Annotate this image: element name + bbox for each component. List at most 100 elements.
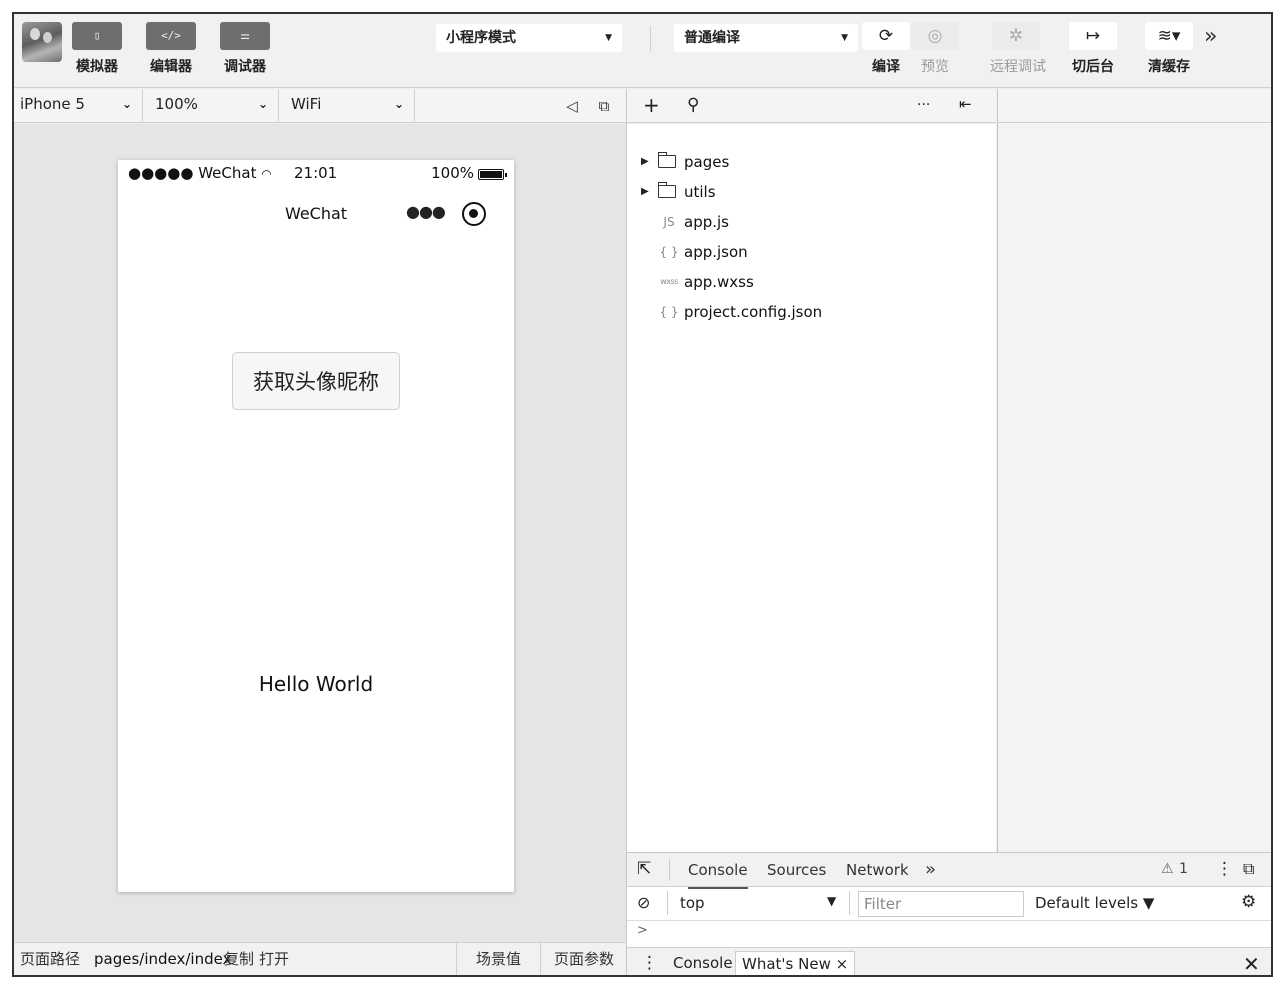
context-caret-icon[interactable]: ▼ [827,894,836,908]
zoom-select[interactable]: 100% ⌄ [143,89,279,122]
tree-file-project-config[interactable]: { } project.config.json [627,299,996,325]
network-select-value: WiFi [291,95,322,113]
mode-select[interactable]: 小程序模式 ▼ [436,24,622,52]
tree-folder-pages[interactable]: ▶ pages [627,149,996,175]
gear-icon[interactable]: ⚙ [1241,892,1256,912]
chevron-down-icon: ⌄ [393,97,404,111]
eye-icon: ◎ [911,22,959,50]
console-prompt[interactable]: > [637,923,648,938]
close-target-icon[interactable] [462,202,486,226]
wxss-file-icon: wxss [660,277,678,286]
get-avatar-nickname-button[interactable]: 获取头像昵称 [232,352,400,410]
device-select[interactable]: iPhone 5 ⌄ [14,89,143,122]
search-icon[interactable]: ⚲ [687,95,699,115]
tab-sources[interactable]: Sources [767,853,826,887]
editor-label: 编辑器 [150,59,192,75]
debugger-toggle-button[interactable]: ⚌ 调试器 [218,22,272,76]
editor-toggle-button[interactable]: </> 编辑器 [144,22,198,76]
context-select[interactable]: top [680,894,705,912]
json-file-icon: { } [659,245,679,259]
console-filter-input[interactable]: Filter [858,891,1024,917]
tree-item-label: app.js [684,213,729,231]
clear-console-icon[interactable]: ⊘ [637,893,650,912]
more-dots-icon[interactable]: ●●● [406,202,446,221]
add-icon[interactable]: + [643,93,660,117]
compile-button[interactable]: ⟳ 编译 [861,22,911,76]
devtools-drawer-bar: ⋮ Console What's New × ✕ [627,947,1271,975]
drawer-tab-whats-new[interactable]: What's New × [735,951,856,975]
hello-text: Hello World [258,672,374,696]
tree-file-app-wxss[interactable]: wxss app.wxss [627,269,996,295]
device-select-value: iPhone 5 [20,95,85,113]
expand-arrow-icon[interactable]: ▶ [641,149,649,175]
scene-value-button[interactable]: 场景值 [476,943,521,975]
user-avatar[interactable] [22,22,62,62]
wifi-icon: ◠ [261,167,272,181]
switch-background-button[interactable]: ↦ 切后台 [1068,22,1118,76]
devtools-panel: ⇱ Console Sources Network » ⚠ 1 ⋮ ⧉ ⊘ to… [627,852,1271,975]
inspect-element-icon[interactable]: ⇱ [637,859,651,879]
sliders-icon: ⚌ [220,22,270,50]
drawer-tab-console[interactable]: Console [667,951,739,975]
clear-cache-label: 清缓存 [1148,59,1190,75]
expand-arrow-icon[interactable]: ▶ [641,179,649,205]
dropdown-caret-icon: ▼ [605,33,612,43]
page-path-bar: 页面路径 pages/index/index 复制 打开 场景值 页面参数 [14,942,626,975]
page-params-button[interactable]: 页面参数 [554,943,614,975]
device-bar: iPhone 5 ⌄ 100% ⌄ WiFi ⌄ ◁ ⧉ [14,89,626,123]
devtools-window: ▯ 模拟器 </> 编辑器 ⚌ 调试器 小程序模式 ▼ 普通编译 ▼ ⟳ 编译 … [12,12,1273,977]
simulator-toggle-button[interactable]: ▯ 模拟器 [70,22,124,76]
clear-cache-button[interactable]: ≋▾ 清缓存 [1144,22,1194,76]
debugger-label: 调试器 [224,59,266,75]
close-tab-icon[interactable]: × [836,955,849,973]
log-levels-select[interactable]: Default levels ▼ [1035,894,1154,912]
tree-file-app-json[interactable]: { } app.json [627,239,996,265]
double-chevron-right-icon[interactable]: » [925,853,936,887]
editor-area [997,89,1271,852]
file-explorer: ▶ pages ▶ utils JS app.js { } app.json w… [627,124,996,852]
open-path-link[interactable]: 打开 [259,943,289,975]
editor-tab-bar [998,89,1271,123]
page-path-value: pages/index/index [94,950,232,968]
tree-folder-utils[interactable]: ▶ utils [627,179,996,205]
tree-item-label: utils [684,183,716,201]
more-icon[interactable]: ··· [917,97,930,113]
close-drawer-icon[interactable]: ✕ [1243,952,1260,975]
carrier-text: ●●●●● WeChat ◠ [128,164,272,182]
filter-separator [849,891,850,915]
status-time: 21:01 [294,164,338,182]
battery-percent: 100% [431,164,474,182]
carrier-label: ●●●●● WeChat [128,164,257,182]
explorer-toolbar: + ⚲ ··· ⇤ [627,89,996,123]
folder-icon [657,182,676,198]
warning-icon[interactable]: ⚠ [1161,861,1174,877]
copy-path-link[interactable]: 复制 [224,943,254,975]
compile-mode-select[interactable]: 普通编译 ▼ [674,24,858,52]
double-chevron-right-icon[interactable]: » [1204,24,1217,49]
tab-network[interactable]: Network [846,853,909,887]
speaker-icon[interactable]: ◁ [562,96,582,116]
remote-debug-button[interactable]: ✲ 远程调试 [990,22,1046,76]
devtools-tab-bar: ⇱ Console Sources Network » ⚠ 1 ⋮ ⧉ [627,853,1271,889]
dock-side-icon[interactable]: ⧉ [1243,859,1254,879]
tab-console[interactable]: Console [688,853,748,889]
bug-icon: ✲ [992,22,1040,50]
filter-separator [667,891,668,915]
preview-label: 预览 [921,59,949,75]
kebab-menu-icon[interactable]: ⋮ [1216,859,1233,879]
drawer-tab-label: What's New [742,955,831,973]
js-file-icon: JS [663,215,675,229]
chevron-down-icon: ⌄ [257,97,268,111]
warning-count: 1 [1179,861,1188,877]
phone-status-bar: ●●●●● WeChat ◠ 21:01 100% [118,160,514,186]
preview-button[interactable]: ◎ 预览 [910,22,960,76]
drawer-menu-icon[interactable]: ⋮ [641,953,658,973]
tree-item-label: pages [684,153,730,171]
battery-icon [478,169,507,180]
network-select[interactable]: WiFi ⌄ [279,89,415,122]
json-file-icon: { } [659,305,679,319]
detach-window-icon[interactable]: ⧉ [594,96,614,116]
tree-file-app-js[interactable]: JS app.js [627,209,996,235]
collapse-panel-icon[interactable]: ⇤ [959,95,972,113]
exit-arrow-icon: ↦ [1069,22,1117,50]
